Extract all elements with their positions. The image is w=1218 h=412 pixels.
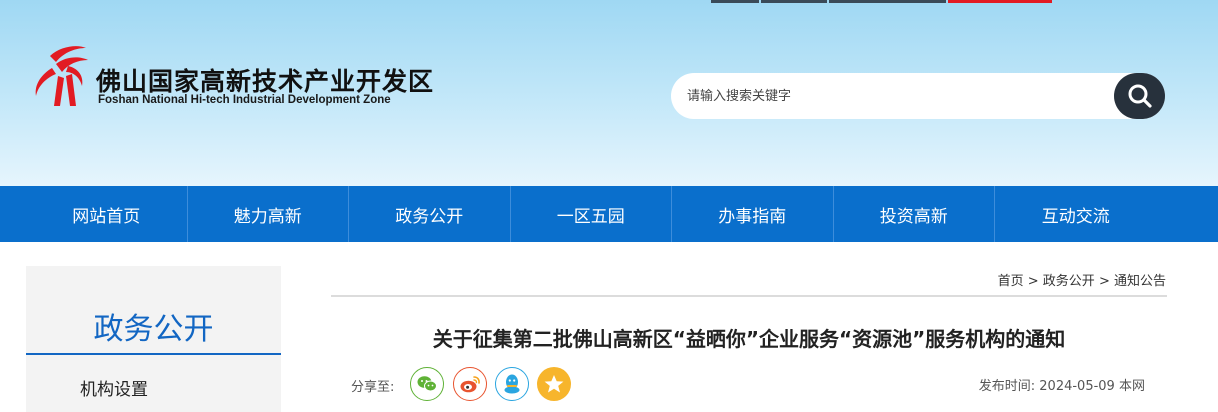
nav-item-gov-affairs[interactable]: 政务公开: [349, 186, 511, 242]
sidebar-title: 政务公开: [93, 312, 214, 347]
top-strip-2: [761, 0, 827, 3]
top-strip-1: [711, 0, 759, 3]
sidebar: 政务公开 机构设置: [26, 266, 281, 412]
weibo-icon: [460, 376, 480, 393]
search-input[interactable]: [687, 73, 1107, 119]
breadcrumb-notices[interactable]: 通知公告: [1114, 274, 1166, 289]
top-strip-3: [829, 0, 946, 3]
site-header: 佛山国家高新技术产业开发区 Foshan National Hi-tech In…: [0, 0, 1218, 186]
publish-source: 本网: [1118, 379, 1145, 394]
search-icon: [1128, 84, 1152, 108]
site-logo-icon[interactable]: [30, 42, 92, 110]
nav-item-guide[interactable]: 办事指南: [672, 186, 834, 242]
search-button[interactable]: [1114, 73, 1165, 119]
nav-item-interaction[interactable]: 互动交流: [995, 186, 1157, 242]
share-weibo-button[interactable]: [453, 367, 487, 401]
main-nav: 网站首页 魅力高新 政务公开 一区五园 办事指南 投资高新 互动交流: [0, 186, 1218, 242]
breadcrumb: 首页 > 政务公开 > 通知公告: [998, 270, 1166, 289]
article-title: 关于征集第二批佛山高新区“益晒你”企业服务“资源池”服务机构的通知: [432, 327, 1066, 351]
site-name-cn[interactable]: 佛山国家高新技术产业开发区: [96, 62, 434, 98]
share-wechat-button[interactable]: [410, 367, 444, 401]
publish-info: 发布时间: 2024-05-09 本网: [979, 375, 1145, 394]
nav-item-parks[interactable]: 一区五园: [511, 186, 672, 242]
sidebar-divider: [26, 353, 281, 355]
wechat-icon: [417, 376, 437, 392]
breadcrumb-separator: >: [1027, 274, 1039, 289]
search-bar: [671, 73, 1165, 119]
qzone-star-icon: [544, 375, 564, 393]
breadcrumb-gov-affairs[interactable]: 政务公开: [1043, 274, 1095, 289]
breadcrumb-separator: >: [1098, 274, 1110, 289]
breadcrumb-home[interactable]: 首页: [998, 274, 1024, 289]
sidebar-item-organization[interactable]: 机构设置: [80, 375, 148, 400]
nav-item-invest[interactable]: 投资高新: [834, 186, 995, 242]
site-name-en[interactable]: Foshan National Hi-tech Industrial Devel…: [98, 94, 391, 106]
share-qzone-button[interactable]: [537, 367, 571, 401]
top-strip-4: [948, 0, 1052, 3]
nav-item-home[interactable]: 网站首页: [26, 186, 188, 242]
publish-date: 2024-05-09: [1039, 379, 1115, 394]
share-label: 分享至:: [351, 380, 395, 395]
content-divider: [331, 295, 1167, 297]
publish-label: 发布时间:: [978, 379, 1036, 394]
nav-item-charm[interactable]: 魅力高新: [188, 186, 349, 242]
share-qq-button[interactable]: [495, 367, 529, 401]
qq-icon: [504, 374, 520, 394]
